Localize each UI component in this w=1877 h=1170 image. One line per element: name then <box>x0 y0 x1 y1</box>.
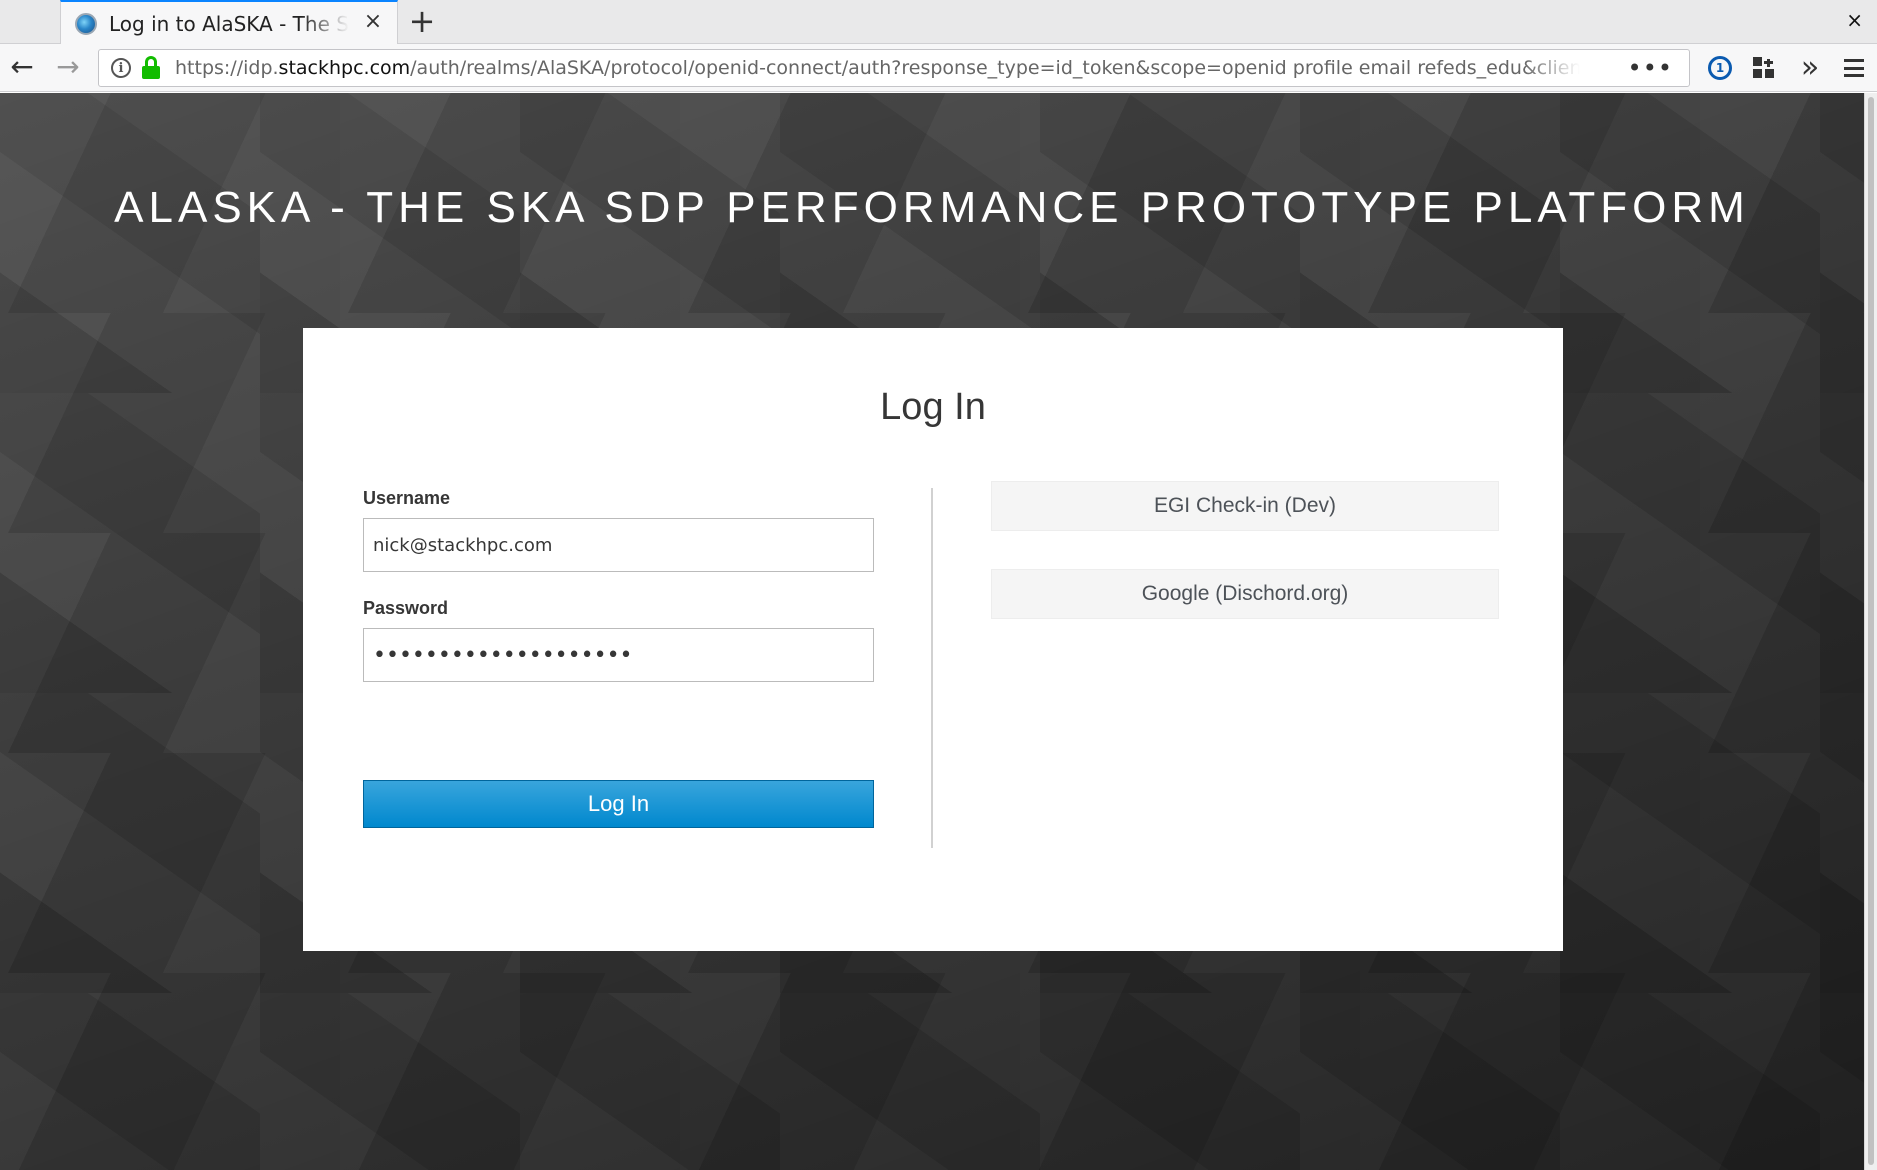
login-form: Username Password Log In <box>363 488 874 828</box>
url-host: stackhpc.com <box>278 57 411 79</box>
back-icon[interactable]: ← <box>6 52 38 84</box>
lock-icon[interactable] <box>141 56 161 80</box>
new-tab-button[interactable]: + <box>406 5 438 38</box>
username-input[interactable] <box>363 518 874 572</box>
card-title: Log In <box>880 386 986 428</box>
navigation-bar: ← → i https://idp.stackhpc.com/auth/real… <box>0 44 1877 92</box>
tab-title: Log in to AlaSKA - The SKA SDP Performan… <box>109 11 349 36</box>
page-background: ALASKA - THE SKA SDP PERFORMANCE PROTOTY… <box>0 93 1864 1170</box>
overflow-icon[interactable]: » <box>1796 53 1824 83</box>
site-favicon-icon <box>75 12 97 35</box>
site-title: ALASKA - THE SKA SDP PERFORMANCE PROTOTY… <box>114 183 1750 232</box>
password-input[interactable] <box>363 628 874 682</box>
page-actions-icon[interactable]: ••• <box>1628 54 1673 82</box>
window-close-icon[interactable]: × <box>1846 8 1863 32</box>
address-bar[interactable]: i https://idp.stackhpc.com/auth/realms/A… <box>98 49 1690 87</box>
password-manager-icon[interactable]: 1 <box>1706 54 1734 82</box>
forward-icon[interactable]: → <box>52 52 84 84</box>
username-label: Username <box>363 488 451 508</box>
tab-close-icon[interactable]: × <box>363 11 383 33</box>
login-card: Log In Username Password Log In EGI Chec… <box>303 328 1563 951</box>
info-icon[interactable]: i <box>111 58 131 78</box>
url-scheme: https://idp. <box>175 57 279 79</box>
menu-icon[interactable] <box>1840 54 1868 82</box>
form-divider <box>931 488 933 848</box>
provider-google-button[interactable]: Google (Dischord.org) <box>991 569 1499 619</box>
containers-icon[interactable] <box>1750 54 1778 82</box>
url-path: /auth/realms/AlaSKA/protocol/openid-conn… <box>410 57 1580 79</box>
tab-bar: Log in to AlaSKA - The SKA SDP Performan… <box>0 0 1877 45</box>
login-button[interactable]: Log In <box>363 780 874 828</box>
provider-egi-button[interactable]: EGI Check-in (Dev) <box>991 481 1499 531</box>
vertical-scrollbar[interactable] <box>1864 93 1877 1170</box>
browser-tab[interactable]: Log in to AlaSKA - The SKA SDP Performan… <box>60 0 398 45</box>
url-text[interactable]: https://idp.stackhpc.com/auth/realms/Ala… <box>175 57 1580 79</box>
password-label: Password <box>363 598 449 618</box>
scrollbar-thumb[interactable] <box>1868 97 1874 1165</box>
